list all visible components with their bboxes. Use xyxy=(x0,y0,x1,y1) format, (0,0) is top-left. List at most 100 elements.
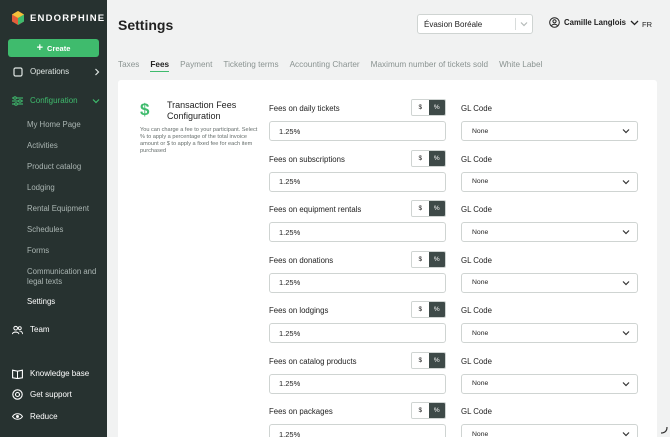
gl-code-select[interactable]: None xyxy=(461,121,638,141)
chevron-down-icon xyxy=(622,381,630,386)
fee-type-toggle: $% xyxy=(411,99,446,116)
brand-logo[interactable]: ENDORPHINE xyxy=(11,11,105,25)
sidebar-item-label: Configuration xyxy=(30,96,78,105)
chevron-down-icon xyxy=(622,331,630,336)
user-menu[interactable]: Camille Langlois xyxy=(549,17,639,28)
sidebar-subitem-lodging[interactable]: Lodging xyxy=(27,183,102,193)
user-avatar-icon xyxy=(549,17,560,28)
sidebar-subitem-my-home-page[interactable]: My Home Page xyxy=(27,120,102,130)
chevron-down-icon xyxy=(92,98,100,103)
gl-code-select[interactable]: None xyxy=(461,373,638,394)
fee-value-input[interactable]: 1.25% xyxy=(269,424,446,437)
chevron-down-icon xyxy=(622,432,630,437)
fee-value-input[interactable]: 1.25% xyxy=(269,121,446,141)
gl-code-value: None xyxy=(472,329,489,337)
gl-code-select[interactable]: None xyxy=(461,323,638,343)
dollar-icon: $ xyxy=(140,100,150,119)
tab-accounting-charter[interactable]: Accounting Charter xyxy=(290,60,360,72)
fixed-fee-option[interactable]: $ xyxy=(412,302,429,317)
fee-value-input[interactable]: 1.25% xyxy=(269,323,446,343)
fixed-fee-option[interactable]: $ xyxy=(412,100,429,115)
percent-fee-option[interactable]: % xyxy=(428,352,445,368)
gl-code-value: None xyxy=(472,228,489,236)
sliders-icon xyxy=(12,95,23,106)
sidebar-subitem-communication[interactable]: Communication and legal texts xyxy=(27,267,102,287)
sidebar-item-knowledge-base[interactable]: Knowledge base xyxy=(12,368,89,379)
gl-code-select[interactable]: None xyxy=(461,272,638,293)
fee-value-input[interactable]: 1.25% xyxy=(269,222,446,242)
create-button[interactable]: + Create xyxy=(8,39,99,57)
fee-label: Fees on donations xyxy=(269,255,334,265)
fixed-fee-option[interactable]: $ xyxy=(412,201,429,216)
sidebar-item-label: Knowledge base xyxy=(30,369,90,378)
gl-code-value: None xyxy=(472,178,489,185)
settings-tabs: Taxes Fees Payment Ticketing terms Accou… xyxy=(118,60,553,72)
sidebar-subitem-rental-equipment[interactable]: Rental Equipment xyxy=(27,204,102,214)
tab-taxes[interactable]: Taxes xyxy=(118,60,139,72)
percent-fee-option[interactable]: % xyxy=(428,201,445,216)
percent-fee-option[interactable]: % xyxy=(428,403,445,418)
fees-card: $ Transaction Fees Configuration You can… xyxy=(118,80,657,437)
fixed-fee-option[interactable]: $ xyxy=(412,352,429,368)
percent-fee-option[interactable]: % xyxy=(428,100,445,115)
fee-value: 1.25% xyxy=(279,227,301,237)
fee-value-input[interactable]: 1.25% xyxy=(269,272,446,293)
team-icon xyxy=(12,324,23,335)
percent-fee-option[interactable]: % xyxy=(428,150,445,166)
sidebar-subitem-schedules[interactable]: Schedules xyxy=(27,225,102,235)
sidebar-item-label: Operations xyxy=(30,67,70,76)
chevron-down-icon xyxy=(622,230,630,235)
support-icon xyxy=(12,389,23,400)
fee-label: Fees on catalog products xyxy=(269,356,357,366)
gl-code-select[interactable]: None xyxy=(461,424,638,437)
language-switch[interactable]: FR xyxy=(642,20,652,29)
fee-label: Fees on daily tickets xyxy=(269,104,340,113)
sidebar-subitem-activities[interactable]: Activities xyxy=(27,141,102,151)
percent-fee-option[interactable]: % xyxy=(428,251,445,267)
sidebar-item-reduce[interactable]: Reduce xyxy=(12,411,58,422)
fee-value-input[interactable]: 1.25% xyxy=(269,373,446,394)
section-description: You can charge a fee to your participant… xyxy=(140,127,258,154)
tab-payment[interactable]: Payment xyxy=(180,60,212,72)
gl-code-value: None xyxy=(472,279,489,286)
gl-code-select[interactable]: None xyxy=(461,171,638,192)
chevron-down-icon xyxy=(622,280,630,285)
fee-type-toggle: $% xyxy=(411,250,446,268)
user-name: Camille Langlois xyxy=(564,18,626,27)
tab-fees[interactable]: Fees xyxy=(150,60,170,72)
fixed-fee-option[interactable]: $ xyxy=(412,403,429,418)
fee-value: 1.25% xyxy=(279,429,301,437)
fee-label: Fees on subscriptions xyxy=(269,154,345,164)
gl-code-label: GL Code xyxy=(461,407,492,416)
tab-white-label[interactable]: White Label xyxy=(499,60,542,72)
fee-value: 1.25% xyxy=(279,278,301,287)
tab-maximum-tickets-sold[interactable]: Maximum number of tickets sold xyxy=(371,60,488,72)
sidebar-subitem-settings[interactable]: Settings xyxy=(27,297,102,307)
sidebar-subitem-product-catalog[interactable]: Product catalog xyxy=(27,162,102,172)
sidebar-item-team[interactable]: Team xyxy=(12,324,50,335)
gl-code-label: GL Code xyxy=(461,356,492,366)
organization-select[interactable]: Évasion Boréale xyxy=(417,14,533,34)
fixed-fee-option[interactable]: $ xyxy=(412,251,429,267)
gl-code-label: GL Code xyxy=(461,154,492,164)
fee-value-input[interactable]: 1.25% xyxy=(269,171,446,192)
tab-ticketing-terms[interactable]: Ticketing terms xyxy=(223,60,278,72)
chevron-down-icon xyxy=(622,179,630,184)
book-icon xyxy=(12,368,23,379)
percent-fee-option[interactable]: % xyxy=(428,302,445,317)
section-title: Transaction Fees Configuration xyxy=(167,100,237,121)
sidebar-item-configuration[interactable]: Configuration xyxy=(12,95,100,106)
fee-type-toggle: $% xyxy=(411,402,446,419)
fee-value: 1.25% xyxy=(279,328,301,338)
corner-resize-icon xyxy=(660,426,668,434)
operations-icon xyxy=(12,66,23,77)
chevron-down-icon xyxy=(516,21,532,27)
fixed-fee-option[interactable]: $ xyxy=(412,150,429,166)
gl-code-label: GL Code xyxy=(461,306,492,315)
sidebar-item-operations[interactable]: Operations xyxy=(12,66,100,77)
sidebar: ENDORPHINE + Create Operations Configura… xyxy=(0,0,107,437)
gl-code-select[interactable]: None xyxy=(461,222,638,242)
fee-label: Fees on packages xyxy=(269,407,333,416)
sidebar-subitem-forms[interactable]: Forms xyxy=(27,246,102,256)
sidebar-item-get-support[interactable]: Get support xyxy=(12,389,72,400)
